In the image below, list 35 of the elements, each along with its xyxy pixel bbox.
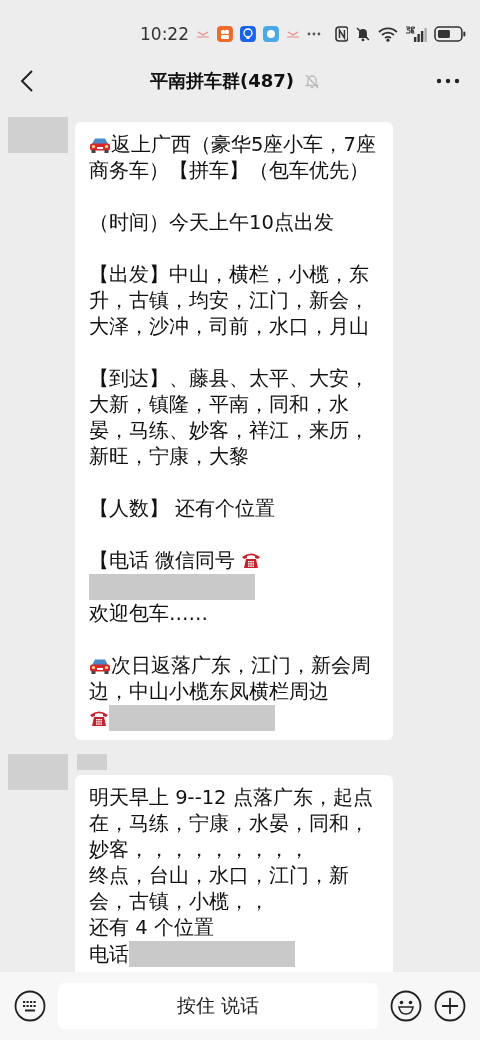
muted-bell-icon bbox=[355, 26, 372, 42]
message-text: 边，中山小榄东凤横栏周边 bbox=[89, 680, 329, 703]
message-text: 终点，台山，水口，江门，新会，古镇，小榄，， bbox=[89, 864, 349, 913]
more-icon[interactable] bbox=[436, 78, 460, 84]
message-text: 商务车）【拼车】（包车优先） bbox=[89, 159, 369, 182]
notification-icon bbox=[196, 29, 210, 39]
emoji-icon[interactable] bbox=[390, 990, 422, 1022]
message-text: 【出发】中山，横栏，小榄，东升，古镇，均安，江门，新会，大泽，沙冲，司前，水口，月山 bbox=[89, 263, 369, 338]
plus-icon[interactable] bbox=[434, 990, 466, 1022]
message-text: 【电话 微信同号 bbox=[89, 549, 237, 572]
message-text: 返上广西（豪华5座小车，7座 bbox=[111, 133, 376, 156]
lightbulb-icon bbox=[239, 26, 256, 42]
message-text: 电话 bbox=[89, 943, 129, 966]
status-time: 10:22 bbox=[140, 24, 189, 44]
car-icon bbox=[89, 657, 111, 675]
chat-title: 平南拼车群(487) bbox=[150, 69, 294, 93]
app-icon bbox=[216, 26, 233, 42]
notification-icon bbox=[285, 29, 300, 39]
message-text: （时间）今天上午10点出发 bbox=[89, 211, 334, 234]
wifi-icon bbox=[378, 26, 399, 42]
message-text: 次日返落广东，江门，新会周 bbox=[111, 654, 371, 677]
app-icon bbox=[262, 26, 279, 42]
signal-icon bbox=[405, 25, 428, 43]
message-text: 明天早上 9--12 点落广东，起点在，马练，宁康，水晏，同和，妙客，，，，，，，，， bbox=[89, 786, 373, 861]
hold-to-talk-button[interactable]: 按住 说话 bbox=[58, 983, 378, 1029]
back-icon[interactable] bbox=[20, 69, 34, 93]
battery-icon bbox=[434, 26, 466, 42]
more-icon bbox=[306, 32, 321, 36]
car-icon bbox=[89, 136, 111, 154]
message-text: 【到达】、藤县、太平、大安，大新，镇隆，平南，同和，水晏，马练、妙客，祥江，来历，新旺，宁康，大黎 bbox=[89, 367, 369, 468]
message-text: 【人数】 还有个位置 bbox=[89, 497, 276, 520]
nfc-icon bbox=[334, 26, 349, 42]
keyboard-icon[interactable] bbox=[14, 990, 46, 1022]
message-text: 欢迎包车…… bbox=[89, 602, 208, 625]
message-text: 还有 4 个位置 bbox=[89, 916, 214, 939]
